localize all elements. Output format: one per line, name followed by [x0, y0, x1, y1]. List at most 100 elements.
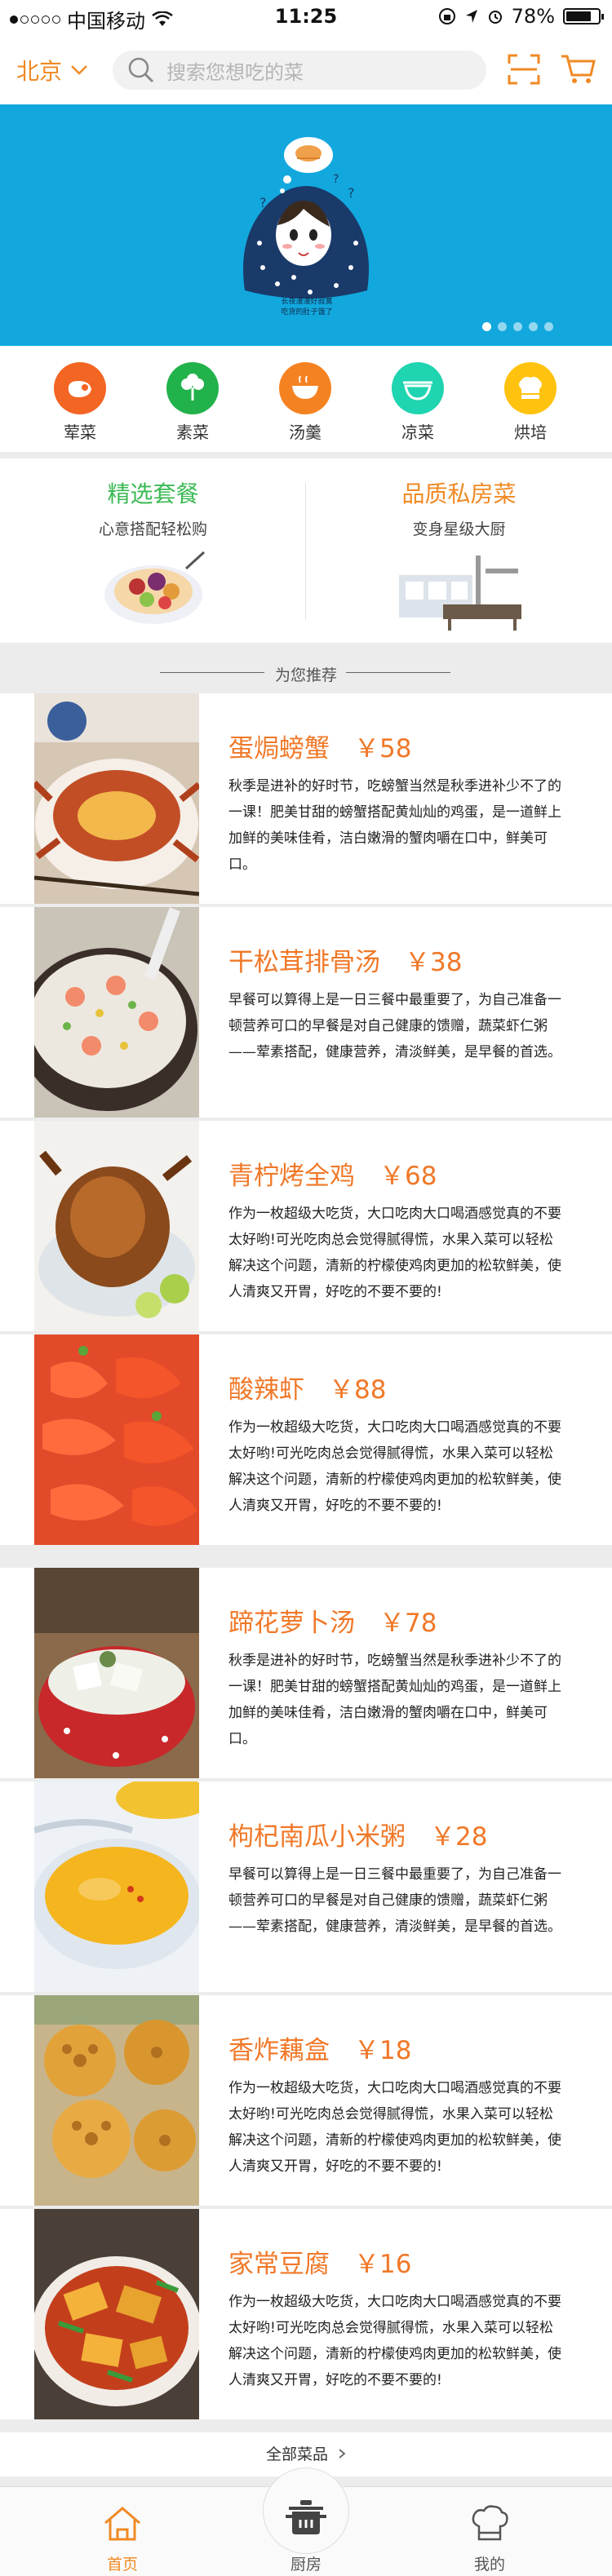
dish-description: 早餐可以算得上是一日三餐中最重要了，为自己准备一顿营养可口的早餐是对自己健康的馈… — [228, 992, 561, 1060]
dish-name: 干松茸排骨汤 — [228, 948, 380, 977]
dish-card[interactable]: 酸辣虾 ￥88 作为一枚超级大吃货，大口吃肉大口喝酒感觉真的不要太好哟!可光吃肉总… — [0, 1334, 612, 1545]
kitchen-illustration — [398, 555, 521, 631]
dish-card[interactable]: 蹄花萝卜汤 ￥78 秋季是进补的好时节，吃螃蟹当然是秋季进补少不了的一课！肥美甘甜… — [0, 1568, 612, 1778]
category-meat[interactable]: 荤菜 — [39, 362, 121, 443]
orientation-lock-icon — [438, 8, 455, 24]
dish-photo — [34, 1782, 199, 1992]
dish-description: 作为一枚超级大吃货，大口吃肉大口喝酒感觉真的不要太好哟!可光吃肉总会觉得腻得慌，… — [228, 1206, 561, 1300]
dish-photo — [34, 1121, 199, 1331]
pager-dot[interactable] — [544, 322, 553, 331]
category-label: 凉菜 — [401, 423, 434, 442]
dish-price: ￥18 — [354, 2036, 412, 2065]
recommend-title: 为您推荐 — [274, 666, 337, 684]
svg-text:?: ? — [348, 185, 355, 201]
dish-name: 枸杞南瓜小米粥 — [228, 1822, 406, 1852]
pager-dot[interactable] — [482, 322, 491, 331]
dish-name: 青柠烤全鸡 — [228, 1162, 355, 1191]
category-baking-circle — [504, 362, 557, 414]
dish-title[interactable]: 蛋焗螃蟹 ￥58 — [228, 728, 411, 764]
search-icon — [128, 57, 154, 83]
dish-name: 香炸藕盒 — [228, 2036, 330, 2065]
search-input[interactable]: 搜索您想吃的菜 — [113, 51, 486, 90]
list-separator — [0, 1545, 612, 1568]
dish-description: 秋季是进补的好时节，吃螃蟹当然是秋季进补少不了的一课！肥美甘甜的螃蟹搭配黄灿灿的… — [228, 778, 561, 873]
category-vegetable-circle — [166, 362, 219, 414]
location-icon — [465, 10, 477, 23]
chevron-down-icon — [71, 65, 87, 75]
dish-title[interactable]: 香炸藕盒 ￥18 — [228, 2029, 411, 2066]
kitchen-pot-icon — [286, 2500, 326, 2534]
svg-text:?: ? — [333, 173, 339, 186]
category-label: 烘培 — [514, 423, 547, 442]
dish-title[interactable]: 家常豆腐 ￥16 — [228, 2243, 411, 2280]
dish-description: 作为一枚超级大吃货，大口吃肉大口喝酒感觉真的不要太好哟!可光吃肉总会觉得腻得慌，… — [228, 2294, 561, 2388]
pager-dot[interactable] — [513, 322, 522, 331]
svg-text:?: ? — [336, 206, 341, 218]
tab-label: 我的 — [473, 2556, 505, 2574]
top-nav: 北京 搜索您想吃的菜 — [0, 33, 612, 104]
banner-caption-line1: 长夜漫漫好寂寞 — [281, 298, 333, 306]
promo-set-meal[interactable]: 精选套餐 心意搭配轻松购 — [0, 458, 306, 643]
category-label: 汤羹 — [289, 423, 322, 442]
promo-private-kitchen[interactable]: 品质私房菜 变身星级大厨 — [306, 458, 612, 643]
dish-price: ￥58 — [354, 734, 412, 764]
scan-icon[interactable] — [508, 54, 540, 85]
dish-card[interactable]: 青柠烤全鸡 ￥68 作为一枚超级大吃货，大口吃肉大口喝酒感觉真的不要太好哟!可光吃… — [0, 1121, 612, 1331]
banner-pager[interactable] — [482, 322, 553, 331]
tab-home[interactable]: 首页 — [20, 2487, 224, 2576]
dish-photo — [34, 1568, 199, 1778]
dish-title[interactable]: 酸辣虾 ￥88 — [228, 1369, 386, 1405]
promo-banner[interactable]: ? ? ? ? 长夜漫漫好寂寞 吃货的肚子饿了 — [0, 104, 612, 346]
banner-caption-line2: 吃货的肚子饿了 — [281, 308, 333, 316]
dish-card[interactable]: 家常豆腐 ￥16 作为一枚超级大吃货，大口吃肉大口喝酒感觉真的不要太好哟!可光吃肉… — [0, 2209, 612, 2419]
category-grid: 荤菜 素菜 汤羹 凉菜 烘培 — [0, 346, 612, 452]
pager-dot[interactable] — [529, 322, 538, 331]
meat-icon — [68, 381, 91, 397]
category-cold-dish-circle — [392, 362, 444, 414]
category-cold-dish[interactable]: 凉菜 — [377, 362, 459, 443]
dish-description: 作为一枚超级大吃货，大口吃肉大口喝酒感觉真的不要太好哟!可光吃肉总会觉得腻得慌，… — [228, 2080, 561, 2175]
chevron-right-icon — [339, 2449, 346, 2459]
category-baking[interactable]: 烘培 — [490, 362, 571, 443]
city-selector[interactable]: 北京 — [16, 54, 88, 86]
dish-photo — [34, 1334, 199, 1545]
battery-icon — [563, 8, 604, 24]
dish-title[interactable]: 青柠烤全鸡 ￥68 — [228, 1155, 437, 1192]
dish-card[interactable]: 香炸藕盒 ￥18 作为一枚超级大吃货，大口吃肉大口喝酒感觉真的不要太好哟!可光吃肉… — [0, 1995, 612, 2206]
pager-dot[interactable] — [498, 322, 507, 331]
dish-card[interactable]: 干松茸排骨汤 ￥38 早餐可以算得上是一日三餐中最重要了，为自己准备一顿营养可口的… — [0, 907, 612, 1118]
dish-price: ￥28 — [430, 1822, 488, 1852]
chef-hat-icon — [472, 2505, 508, 2541]
tab-label: 厨房 — [290, 2556, 322, 2574]
promo-subtitle: 变身星级大厨 — [412, 520, 506, 538]
promo-title: 精选套餐 — [107, 480, 199, 507]
tab-profile[interactable]: 我的 — [388, 2487, 592, 2576]
dish-title[interactable]: 枸杞南瓜小米粥 ￥28 — [228, 1816, 487, 1852]
battery-percent: 78% — [511, 5, 555, 28]
dish-name: 蹄花萝卜汤 — [228, 1609, 355, 1638]
dish-description: 作为一枚超级大吃货，大口吃肉大口喝酒感觉真的不要太好哟!可光吃肉总会觉得腻得慌，… — [228, 1419, 561, 1514]
dish-description: 秋季是进补的好时节，吃螃蟹当然是秋季进补少不了的一课！肥美甘甜的螃蟹搭配黄灿灿的… — [228, 1653, 561, 1747]
city-label: 北京 — [16, 58, 63, 85]
dish-card[interactable]: 枸杞南瓜小米粥 ￥28 早餐可以算得上是一日三餐中最重要了，为自己准备一顿营养可口… — [0, 1782, 612, 1992]
dish-photo — [34, 1995, 199, 2206]
salad-bowl-illustration — [104, 551, 205, 624]
status-bar: 中国移动 11:25 78% — [0, 0, 612, 33]
category-vegetable[interactable]: 素菜 — [152, 362, 233, 443]
banner-caption: 长夜漫漫好寂寞 吃货的肚子饿了 — [266, 297, 348, 318]
dish-name: 家常豆腐 — [228, 2250, 330, 2279]
dish-title[interactable]: 干松茸排骨汤 ￥38 — [228, 941, 462, 978]
dish-card[interactable]: 蛋焗螃蟹 ￥58 秋季是进补的好时节，吃螃蟹当然是秋季进补少不了的一课！肥美甘甜的… — [0, 693, 612, 904]
dish-price: ￥16 — [354, 2250, 412, 2279]
tab-label: 首页 — [106, 2556, 138, 2574]
svg-text:?: ? — [259, 195, 267, 210]
dish-price: ￥78 — [379, 1609, 437, 1638]
dish-title[interactable]: 蹄花萝卜汤 ￥78 — [228, 1602, 437, 1639]
category-meat-circle — [54, 362, 106, 414]
cart-icon[interactable] — [560, 54, 596, 85]
recommend-header: 为您推荐 — [0, 653, 612, 693]
home-icon — [104, 2507, 140, 2541]
category-soup[interactable]: 汤羹 — [264, 362, 346, 443]
tab-kitchen[interactable]: 厨房 — [204, 2487, 408, 2576]
dish-price: ￥68 — [379, 1162, 437, 1191]
